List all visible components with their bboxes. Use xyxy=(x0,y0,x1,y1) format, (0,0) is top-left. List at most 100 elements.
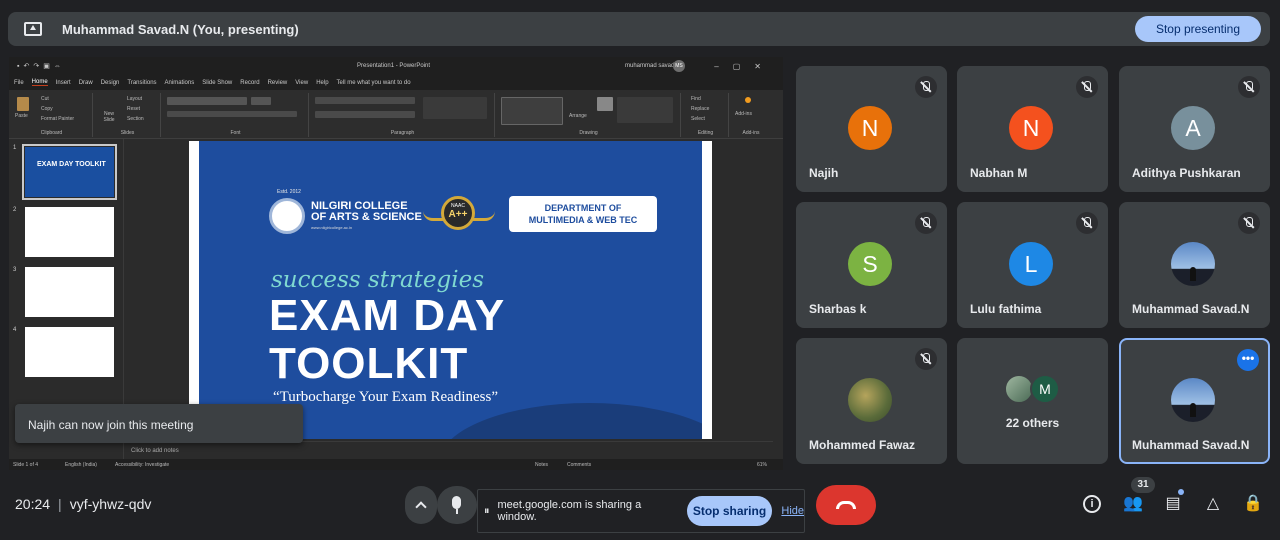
mic-off-icon xyxy=(915,76,937,98)
host-controls-icon[interactable]: 🔒 xyxy=(1240,491,1266,517)
ribbon-group-paragraph: Paragraph xyxy=(311,93,495,137)
ppt-statusbar: Slide 1 of 4 English (India) Accessibili… xyxy=(9,459,783,470)
group-label-editing: Editing xyxy=(697,130,714,136)
status-zoom: 61% xyxy=(757,462,768,468)
more-options-icon[interactable]: ••• xyxy=(1237,349,1259,371)
info-icon[interactable]: i xyxy=(1083,495,1101,513)
mic-icon xyxy=(452,496,461,509)
font-size-box xyxy=(251,97,271,105)
meeting-info: 20:24 | vyf-yhwz-qdv xyxy=(15,496,151,512)
shape-fill-options xyxy=(617,97,673,123)
person-silhouette-icon xyxy=(1190,403,1196,417)
ribbon-group-drawing: Arrange Drawing xyxy=(497,93,681,137)
slide-thumbnail-3 xyxy=(25,267,114,317)
layout-label: Layout xyxy=(127,96,143,102)
participant-tile-fawaz[interactable]: Mohammed Fawaz xyxy=(796,338,947,464)
slide-decorative-arc xyxy=(439,403,702,439)
chat-icon[interactable]: ▤ xyxy=(1160,491,1186,517)
present-to-all-icon xyxy=(24,22,42,36)
join-notification-toast: Najih can now join this meeting xyxy=(15,404,303,443)
window-controls-icon: –▢✕ xyxy=(714,61,775,71)
slide-tagline: success strategies xyxy=(271,267,485,293)
activities-icon[interactable]: △ xyxy=(1200,491,1226,517)
avatar: N xyxy=(1009,106,1053,150)
stop-presenting-button[interactable]: Stop presenting xyxy=(1135,16,1261,42)
person-silhouette-icon xyxy=(1190,267,1196,281)
paragraph-row-2 xyxy=(315,111,415,118)
ppt-doc-title: Presentation1 - PowerPoint xyxy=(357,63,431,69)
stop-sharing-button[interactable]: Stop sharing xyxy=(686,496,773,526)
paragraph-extra xyxy=(423,97,487,119)
slide-number-2: 2 xyxy=(13,207,17,213)
copy-label: Copy xyxy=(41,106,53,112)
font-format-row xyxy=(167,111,297,117)
participant-tile-sharbas[interactable]: S Sharbas k xyxy=(796,202,947,328)
ribbon-group-clipboard: Paste Cut Copy Format Painter Clipboard xyxy=(11,93,93,137)
participant-name: Najih xyxy=(809,166,839,180)
participant-tile-najih[interactable]: N Najih xyxy=(796,66,947,192)
pause-icon: ⏸ xyxy=(484,504,490,517)
sharing-message: meet.google.com is sharing a window. xyxy=(497,499,642,523)
mic-button[interactable] xyxy=(437,486,477,524)
avatar xyxy=(1171,378,1215,422)
avatar: S xyxy=(848,242,892,286)
quick-access-icons: ▪↶↷▣⇔ xyxy=(17,63,65,70)
college-logo-icon xyxy=(269,198,305,234)
others-tile[interactable]: M 22 others xyxy=(957,338,1108,464)
participant-name: Nabhan M xyxy=(970,166,1028,180)
ribbon-group-font: Font xyxy=(163,93,309,137)
ppt-tab-help: Help xyxy=(316,79,329,86)
avatar: A xyxy=(1171,106,1215,150)
notes-pane: Click to add notes xyxy=(125,441,773,458)
naac-badge: NAAC A++ xyxy=(441,196,475,230)
leave-call-button[interactable] xyxy=(816,485,876,525)
status-language: English (India) xyxy=(65,462,97,468)
ppt-tab-file: File xyxy=(14,79,24,86)
estd-text: Estd. 2012 xyxy=(277,189,301,195)
naac-grade: A++ xyxy=(448,209,468,220)
participant-tile-savad[interactable]: Muhammad Savad.N xyxy=(1119,202,1270,328)
group-label-paragraph: Paragraph xyxy=(390,130,415,136)
participant-tile-nabhan[interactable]: N Nabhan M xyxy=(957,66,1108,192)
self-tile[interactable]: ••• Muhammad Savad.N xyxy=(1119,338,1270,464)
college-name: NILGIRI COLLEGE OF ARTS & SCIENCE xyxy=(311,201,422,223)
shapes-gallery xyxy=(501,97,563,125)
mic-off-icon xyxy=(1238,212,1260,234)
presenting-bar: Muhammad Savad.N (You, presenting) Stop … xyxy=(8,12,1270,46)
meeting-code: vyf-yhwz-qdv xyxy=(69,496,152,512)
find-label: Find xyxy=(691,96,701,102)
quick-styles-icon xyxy=(597,97,613,111)
replace-label: Replace xyxy=(691,106,710,112)
paste-icon xyxy=(17,97,29,111)
reset-label: Reset xyxy=(127,106,141,112)
status-notes: Notes xyxy=(535,462,549,468)
ppt-user-avatar: MS xyxy=(673,60,685,72)
addins-icon xyxy=(745,97,751,103)
call-end-icon xyxy=(836,501,856,509)
mic-off-icon xyxy=(1076,76,1098,98)
participant-tile-adithya[interactable]: A Adithya Pushkaran xyxy=(1119,66,1270,192)
cut-label: Cut xyxy=(41,96,49,102)
ppt-tab-draw: Draw xyxy=(78,79,93,86)
slide-quote: “Turbocharge Your Exam Readiness” xyxy=(273,389,498,405)
hide-link[interactable]: Hide xyxy=(781,505,804,517)
avatar: L xyxy=(1009,242,1053,286)
ppt-titlebar: ▪↶↷▣⇔ Presentation1 - PowerPoint muhamma… xyxy=(9,57,783,75)
group-label-slides: Slides xyxy=(120,130,135,136)
mic-off-icon xyxy=(1076,212,1098,234)
paragraph-row-1 xyxy=(315,97,415,104)
ppt-tab-transitions: Transitions xyxy=(127,79,157,86)
ppt-tell-me: Tell me what you want to do xyxy=(336,79,411,86)
slide-thumbnail-4 xyxy=(25,327,114,377)
slide-title-line1: EXAM DAY xyxy=(269,291,506,340)
section-label: Section xyxy=(127,116,144,122)
avatar xyxy=(1171,242,1215,286)
group-label-drawing: Drawing xyxy=(579,130,598,136)
slide-number-4: 4 xyxy=(13,327,17,333)
audio-options-button[interactable] xyxy=(405,486,437,524)
people-icon[interactable]: 👥 xyxy=(1120,491,1146,517)
meeting-time: 20:24 xyxy=(15,496,51,512)
participant-tile-lulu[interactable]: L Lulu fathima xyxy=(957,202,1108,328)
avatar xyxy=(848,378,892,422)
current-slide: Estd. 2012 NILGIRI COLLEGE OF ARTS & SCI… xyxy=(189,141,712,439)
